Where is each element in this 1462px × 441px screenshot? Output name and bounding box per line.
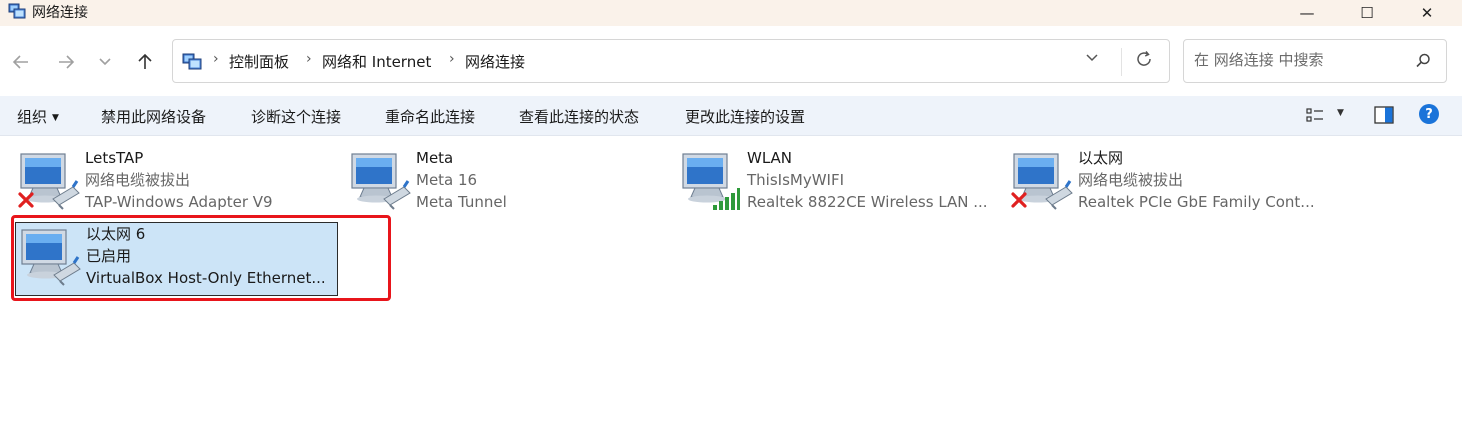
arrow-right-icon — [59, 55, 75, 69]
connection-device: Realtek 8822CE Wireless LAN ... — [747, 193, 988, 211]
breadcrumb-separator: › — [306, 51, 312, 67]
network-connections-icon — [8, 3, 26, 19]
search-icon[interactable] — [1414, 52, 1432, 70]
connection-item[interactable]: 以太网 网络电缆被拔出 Realtek PCIe GbE Family Cont… — [1008, 147, 1338, 221]
forward-button[interactable] — [53, 49, 79, 75]
connection-text: WLAN ThisIsMyWIFI Realtek 8822CE Wireles… — [747, 147, 988, 213]
disconnected-x-icon — [18, 192, 34, 208]
view-status-button[interactable]: 查看此连接的状态 — [519, 106, 639, 127]
disconnected-x-icon — [1011, 192, 1027, 208]
title-bar: 网络连接 — ☐ ✕ — [0, 0, 1462, 26]
connection-status: Meta 16 — [416, 171, 478, 189]
connection-name: LetsTAP — [85, 149, 144, 167]
window-title: 网络连接 — [32, 5, 88, 21]
address-history-dropdown[interactable] — [1085, 51, 1099, 67]
diagnose-button[interactable]: 诊断这个连接 — [251, 106, 341, 127]
address-divider — [1121, 48, 1122, 76]
search-input[interactable] — [1194, 51, 1404, 69]
command-bar: 组织 ▼ 禁用此网络设备 诊断这个连接 重命名此连接 查看此连接的状态 更改此连接… — [0, 96, 1462, 136]
caret-down-icon: ▼ — [52, 113, 59, 123]
organize-menu-button[interactable]: 组织 ▼ — [17, 106, 59, 127]
chevron-down-icon — [1086, 54, 1098, 62]
connection-status: 网络电缆被拔出 — [1078, 171, 1184, 189]
connections-list: LetsTAP 网络电缆被拔出 TAP-Windows Adapter V9 M… — [0, 137, 1462, 441]
preview-pane-icon[interactable] — [1374, 106, 1394, 124]
connection-text: LetsTAP 网络电缆被拔出 TAP-Windows Adapter V9 — [85, 147, 273, 213]
wifi-signal-icon — [713, 188, 740, 210]
connection-item[interactable]: Meta Meta 16 Meta Tunnel — [346, 147, 666, 221]
connection-item[interactable]: LetsTAP 网络电缆被拔出 TAP-Windows Adapter V9 — [15, 147, 335, 221]
navigation-row: › 控制面板 › 网络和 Internet › 网络连接 — [0, 26, 1462, 96]
recent-locations-button[interactable] — [92, 49, 118, 75]
breadcrumb-network-internet[interactable]: 网络和 Internet — [322, 51, 431, 72]
organize-label: 组织 — [17, 108, 48, 126]
connection-name: Meta — [416, 149, 454, 167]
view-options-caret-icon[interactable]: ▼ — [1337, 108, 1344, 118]
connection-text: 以太网 网络电缆被拔出 Realtek PCIe GbE Family Cont… — [1078, 147, 1315, 213]
breadcrumb-separator: › — [213, 51, 219, 67]
connection-device: Meta Tunnel — [416, 193, 507, 211]
connection-status: 网络电缆被拔出 — [85, 171, 191, 189]
view-options-icon[interactable] — [1306, 107, 1324, 123]
chevron-down-icon — [99, 58, 111, 66]
breadcrumb-control-panel[interactable]: 控制面板 — [229, 51, 289, 72]
connection-device: TAP-Windows Adapter V9 — [85, 193, 273, 211]
close-button[interactable]: ✕ — [1398, 0, 1456, 26]
highlight-box — [11, 215, 391, 301]
network-adapter-icon — [351, 153, 411, 210]
connection-device: Realtek PCIe GbE Family Cont... — [1078, 193, 1315, 211]
arrow-left-icon — [12, 55, 28, 69]
connection-status: ThisIsMyWIFI — [747, 171, 845, 189]
refresh-button[interactable] — [1135, 50, 1153, 73]
help-icon[interactable]: ? — [1419, 104, 1439, 124]
control-panel-icon — [182, 53, 202, 70]
connection-name: WLAN — [747, 149, 793, 167]
search-box[interactable] — [1183, 39, 1447, 83]
up-button[interactable] — [132, 49, 158, 75]
refresh-icon — [1137, 51, 1151, 66]
connection-item[interactable]: WLAN ThisIsMyWIFI Realtek 8822CE Wireles… — [677, 147, 997, 221]
change-settings-button[interactable]: 更改此连接的设置 — [685, 106, 805, 127]
minimize-button[interactable]: — — [1278, 0, 1336, 26]
disable-device-button[interactable]: 禁用此网络设备 — [101, 106, 206, 127]
connection-text: Meta Meta 16 Meta Tunnel — [416, 147, 507, 213]
maximize-button[interactable]: ☐ — [1338, 0, 1396, 26]
address-bar[interactable]: › 控制面板 › 网络和 Internet › 网络连接 — [172, 39, 1170, 83]
connection-name: 以太网 — [1078, 149, 1124, 167]
rename-button[interactable]: 重命名此连接 — [385, 106, 475, 127]
back-button[interactable] — [8, 49, 34, 75]
breadcrumb-network-connections[interactable]: 网络连接 — [465, 51, 525, 72]
arrow-up-icon — [138, 53, 152, 69]
breadcrumb-separator: › — [449, 51, 455, 67]
